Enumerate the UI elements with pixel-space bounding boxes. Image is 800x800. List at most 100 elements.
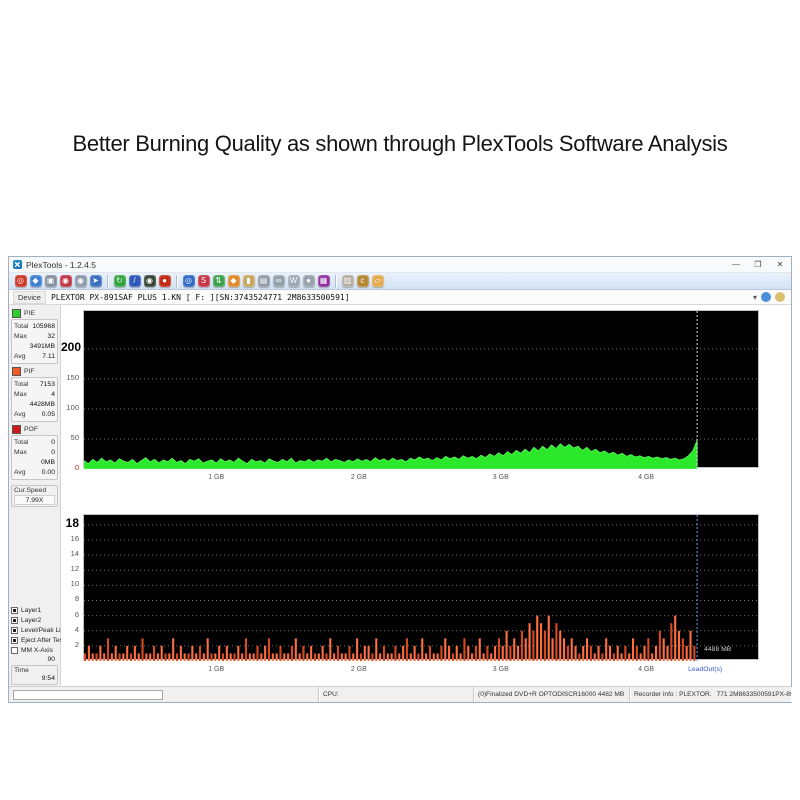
y-tick-label: 200 xyxy=(61,339,82,354)
pif-bar xyxy=(578,653,581,661)
pif-bar xyxy=(310,645,313,661)
pif-bar xyxy=(260,653,263,661)
device-label: Device xyxy=(13,290,46,304)
pif-bar xyxy=(471,653,474,661)
pif-bar xyxy=(348,645,351,661)
copy-icon[interactable]: c xyxy=(356,275,369,287)
disc-info: (0)Finalized DVD+R OPTODISCR16000 4482 M… xyxy=(478,691,625,698)
window-title: PlexTools - 1.2.4.5 xyxy=(26,259,96,270)
pif-bar xyxy=(195,653,198,661)
pif-bar xyxy=(432,653,435,661)
lock-icon[interactable]: ▮ xyxy=(242,275,255,287)
folder-icon[interactable]: ▱ xyxy=(371,275,384,287)
pif-bar xyxy=(306,653,309,661)
pie-chart xyxy=(83,310,760,470)
checkbox-box[interactable] xyxy=(11,646,18,654)
checkbox-box[interactable] xyxy=(11,636,18,644)
disc-gray-icon[interactable]: ◉ xyxy=(74,275,87,287)
checkbox-label: Layer2 xyxy=(21,616,42,624)
pif-bar xyxy=(367,645,370,661)
pif-bar xyxy=(137,653,140,661)
checkbox-layer2[interactable]: Layer2 xyxy=(11,615,58,625)
pif-bar xyxy=(99,645,102,661)
bell-icon[interactable]: ◆ xyxy=(227,275,240,287)
stat-value: 4428MB xyxy=(29,401,55,408)
camera-icon[interactable]: ▣ xyxy=(44,275,57,287)
pif-bar xyxy=(532,630,535,661)
checkbox-box[interactable] xyxy=(11,606,18,614)
burn-icon[interactable]: ◎ xyxy=(14,275,27,287)
link-icon[interactable]: ∞ xyxy=(272,275,285,287)
pif-bar xyxy=(363,645,366,661)
pif-bar xyxy=(467,645,470,661)
stat-row: Max 4 xyxy=(14,390,55,400)
pif-bar xyxy=(214,653,217,661)
stat-group-header-pif: PIF xyxy=(11,366,58,377)
speed-icon[interactable]: S xyxy=(197,275,210,287)
pif-bar xyxy=(520,630,523,661)
pif-bar xyxy=(586,638,589,661)
torch-icon[interactable]: / xyxy=(128,275,141,287)
window-controls: — ❐ ✕ xyxy=(725,257,791,272)
status-disc-segment: (0)Finalized DVD+R OPTODISCR16000 4482 M… xyxy=(474,687,630,702)
pif-bar xyxy=(321,645,324,661)
misc-value: 90 xyxy=(47,656,55,663)
y-tick-label: 14 xyxy=(70,549,79,559)
pif-bar xyxy=(386,653,389,661)
pif-bar xyxy=(455,645,458,661)
eject-icon[interactable] xyxy=(775,292,785,302)
y-tick-label: 16 xyxy=(70,533,79,543)
ball-icon[interactable]: ● xyxy=(302,275,315,287)
pif-bar xyxy=(517,645,520,661)
device-dropdown-icon[interactable]: ▾ xyxy=(753,293,757,302)
pif-bar xyxy=(390,653,393,661)
wave-icon[interactable]: W xyxy=(287,275,300,287)
pif-bar xyxy=(409,653,412,661)
pif-color-swatch xyxy=(12,367,21,376)
pif-bar xyxy=(325,653,328,661)
rings-icon[interactable]: ◎ xyxy=(182,275,195,287)
stat-row: 3491MB xyxy=(14,342,55,352)
info-icon[interactable] xyxy=(761,292,771,302)
send-icon[interactable]: ➤ xyxy=(89,275,102,287)
checkbox-mm-x-axis[interactable]: MM X-Axis xyxy=(11,645,58,655)
pif-bar xyxy=(290,645,294,661)
pif-bar xyxy=(490,653,493,661)
printer-icon[interactable]: ▤ xyxy=(257,275,270,287)
checkbox-box[interactable] xyxy=(11,616,18,624)
pif-chart xyxy=(83,514,760,661)
minimize-button[interactable]: — xyxy=(725,257,747,272)
clipboard-icon[interactable]: ▥ xyxy=(341,275,354,287)
maximize-button[interactable]: ❐ xyxy=(747,257,769,272)
pif-label: PIF xyxy=(24,368,35,375)
pif-bar xyxy=(459,653,462,661)
time-value: 9:54 xyxy=(41,675,55,682)
display-options: Layer1 Layer2 Level/Peak Line Eject After T… xyxy=(11,605,74,655)
pie-area-series xyxy=(83,440,698,470)
pif-bar xyxy=(298,653,301,661)
close-button[interactable]: ✕ xyxy=(769,257,791,272)
page: Better Burning Quality as shown through … xyxy=(0,0,800,800)
y-tick-label: 10 xyxy=(70,579,79,589)
checkbox-level-peak-line[interactable]: Level/Peak Line xyxy=(11,625,68,635)
video-icon[interactable]: ◉ xyxy=(143,275,156,287)
checkbox-layer1[interactable]: Layer1 xyxy=(11,605,58,615)
stat-value: 0MB xyxy=(41,459,55,466)
stat-value: 105968 xyxy=(32,323,55,330)
disc-red-icon[interactable]: ◉ xyxy=(59,275,72,287)
pif-bar xyxy=(509,645,512,661)
pif-bar xyxy=(601,653,604,661)
stat-group-header-pof: POF xyxy=(11,424,58,435)
compare-icon[interactable]: ◆ xyxy=(29,275,42,287)
checkbox-box[interactable] xyxy=(11,626,18,634)
pif-bar xyxy=(110,653,113,661)
pif-bar xyxy=(279,645,282,661)
grid-icon[interactable]: ▦ xyxy=(317,275,330,287)
stat-key: Avg xyxy=(14,469,26,476)
stop-icon[interactable]: ● xyxy=(158,275,171,287)
updown-icon[interactable]: ⇅ xyxy=(212,275,225,287)
refresh-icon[interactable]: ↻ xyxy=(113,275,126,287)
x-tick-label: 1 GB xyxy=(208,666,225,673)
checkbox-eject-after-testing[interactable]: Eject After Testing xyxy=(11,635,74,645)
